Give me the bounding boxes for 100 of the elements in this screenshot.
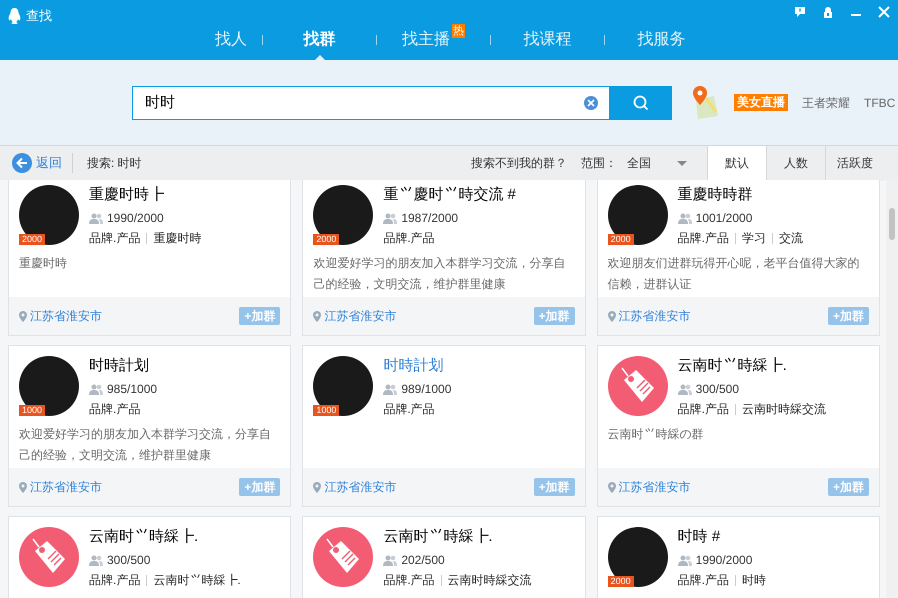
group-tag: 云南时⺍時綵┣. [153,571,241,589]
group-tag: 品牌.产品 [383,229,435,247]
group-tag: 云南时時綵交流 [742,400,826,418]
location-link[interactable]: 江苏省淮安市 [19,307,102,325]
member-count: 202/500 [401,552,445,569]
group-tag: 品牌.产品 [678,229,729,247]
people-icon [383,554,398,566]
group-name[interactable]: 云南时⺍時綵┣. [678,356,826,376]
location-pin-icon [313,482,322,492]
scrollbar[interactable] [886,180,898,598]
search-button[interactable] [610,86,672,120]
group-name[interactable]: 时時計划 [89,356,158,376]
group-card[interactable]: 2000 时時 # 1990/2000 品牌.产品 时時 [596,516,880,598]
location-pin-icon [19,482,27,492]
location-pin-icon [608,310,616,322]
location-link[interactable]: 江苏省淮安市 [313,307,396,325]
people-icon [89,554,103,566]
group-tag: 云南时時綵交流 [448,571,532,589]
window-title: 查找 [26,7,52,25]
back-link[interactable]: 返回 [0,153,73,173]
group-card[interactable]: 2000 重慶时時┣ 1990/2000 品牌.产品 重慶时時 重慶时時 江苏省淮安市 +加群 [8,180,292,336]
group-tag: 品牌.产品 [89,400,140,418]
group-card[interactable]: 云南时⺍時綵┣. 202/500 品牌.产品 云南时時綵交流 [302,516,586,598]
member-limit-badge: 2000 [608,234,634,245]
people-icon [383,384,398,394]
sort-tab[interactable]: 默认 [707,146,766,180]
group-description: 欢迎朋友们进群玩得开心呢，老平台值得大家的信赖，进群认证 [608,255,861,293]
member-count: 1987/2000 [401,210,458,227]
penguin-icon [8,8,21,24]
people-icon [89,384,103,394]
member-count: 1001/2000 [696,210,752,227]
close-icon[interactable] [878,6,890,18]
group-name[interactable]: 云南时⺍時綵┣. [89,527,241,547]
group-tag: 重慶时時 [153,229,202,247]
hot-search-link[interactable]: 王者荣耀 [802,94,850,112]
people-icon [678,554,692,566]
member-count: 300/500 [107,552,150,569]
location-link[interactable]: 江苏省淮安市 [19,478,102,496]
group-card[interactable]: 云南时⺍時綵┣. 300/500 品牌.产品 云南时⺍時綵┣. [8,516,292,598]
location-link[interactable]: 江苏省淮安市 [608,478,691,496]
sort-tab[interactable]: 活跃度 [825,146,884,180]
group-card[interactable]: 云南时⺍時綵┣. 300/500 品牌.产品 云南时時綵交流 云南时⺍時綵の群 江苏省淮安市 +加群 [596,345,880,507]
member-limit-badge: 1000 [313,405,340,416]
search-field[interactable]: 时时 [132,86,610,120]
tag-avatar-icon [313,527,374,587]
group-description: 重慶时時 [19,255,68,272]
member-limit-badge: 2000 [19,234,46,245]
search-icon [633,94,649,110]
location-pin-icon [19,310,27,322]
group-tag: 品牌.产品 [89,571,140,589]
group-name[interactable]: 重⺍慶时⺍時交流 # [383,185,516,205]
tag-avatar-icon [608,356,668,416]
location-pin-icon [608,482,616,492]
group-name[interactable]: 重慶时時┣ [89,185,202,205]
group-card[interactable]: 2000 重⺍慶时⺍時交流 # 1987/2000 品牌.产品 欢迎爱好学习的朋友加入本群学习交流，分享自己的经验，文明交流，维护群里健康 江苏省淮安市 +加群 [302,180,586,336]
group-tag: 品牌.产品 [678,400,729,418]
search-query-text: 搜索: 时时 [87,155,142,172]
member-count: 1990/2000 [696,552,752,569]
member-count: 985/1000 [107,381,158,398]
member-limit-badge: 2000 [608,576,634,587]
group-card[interactable]: 1000 时時計划 985/1000 品牌.产品 欢迎爱好学习的朋友加入本群学习交流，分享自己的经验，文明交流，维护群里健康 江苏省淮安市 +加群 [8,345,292,507]
group-tag: 学习 [742,229,766,247]
clear-icon[interactable] [584,96,598,110]
group-card[interactable]: 2000 重慶時時群 1001/2000 品牌.产品 学习 交流 欢迎朋友们进群玩得开心呢，老平台值得大家的信赖，进群认证 江苏省淮安市 +加群 [596,180,880,336]
member-count: 1990/2000 [107,210,164,227]
group-name[interactable]: 时時 # [678,527,766,547]
group-tag: 品牌.产品 [383,571,435,589]
group-description: 欢迎爱好学习的朋友加入本群学习交流，分享自己的经验，文明交流，维护群里健康 [313,255,566,293]
group-name[interactable]: 云南时⺍時綵┣. [383,527,532,547]
group-description: 欢迎爱好学习的朋友加入本群学习交流，分享自己的经验，文明交流，维护群里健康 [19,426,272,464]
people-icon [678,384,692,394]
lock-icon[interactable] [822,6,834,18]
member-count: 300/500 [696,381,740,398]
location-pin-icon [313,310,322,322]
group-tag: 品牌.产品 [383,400,435,418]
feedback-icon[interactable] [794,6,806,18]
group-description: 云南时⺍時綵の群 [608,426,705,443]
group-name[interactable]: 时時計划 [383,356,452,376]
group-tag: 品牌.产品 [89,229,140,247]
help-link[interactable]: 搜索不到我的群？ [471,154,567,172]
member-count: 989/1000 [401,381,452,398]
group-tag: 品牌.产品 [678,571,729,589]
location-link[interactable]: 江苏省淮安市 [608,307,691,325]
range-label: 范围： [581,155,617,172]
people-icon [89,212,103,224]
people-icon [678,212,692,224]
group-name[interactable]: 重慶時時群 [678,185,803,205]
member-limit-badge: 2000 [313,234,340,245]
caret-icon [677,160,687,166]
location-link[interactable]: 江苏省淮安市 [313,478,396,496]
group-card[interactable]: 1000 时時計划 989/1000 品牌.产品 江苏省淮安市 +加群 [302,345,586,507]
group-tag: 交流 [779,229,803,247]
group-tag: 时時 [742,571,766,589]
member-limit-badge: 1000 [19,405,46,416]
tag-avatar-icon [19,527,79,587]
people-icon [383,212,398,224]
hot-badge: 热 [452,24,465,38]
map-pin-icon[interactable] [690,86,720,120]
range-dropdown[interactable]: 全国 [627,154,707,172]
hot-search-link[interactable]: TFBC [864,94,896,112]
